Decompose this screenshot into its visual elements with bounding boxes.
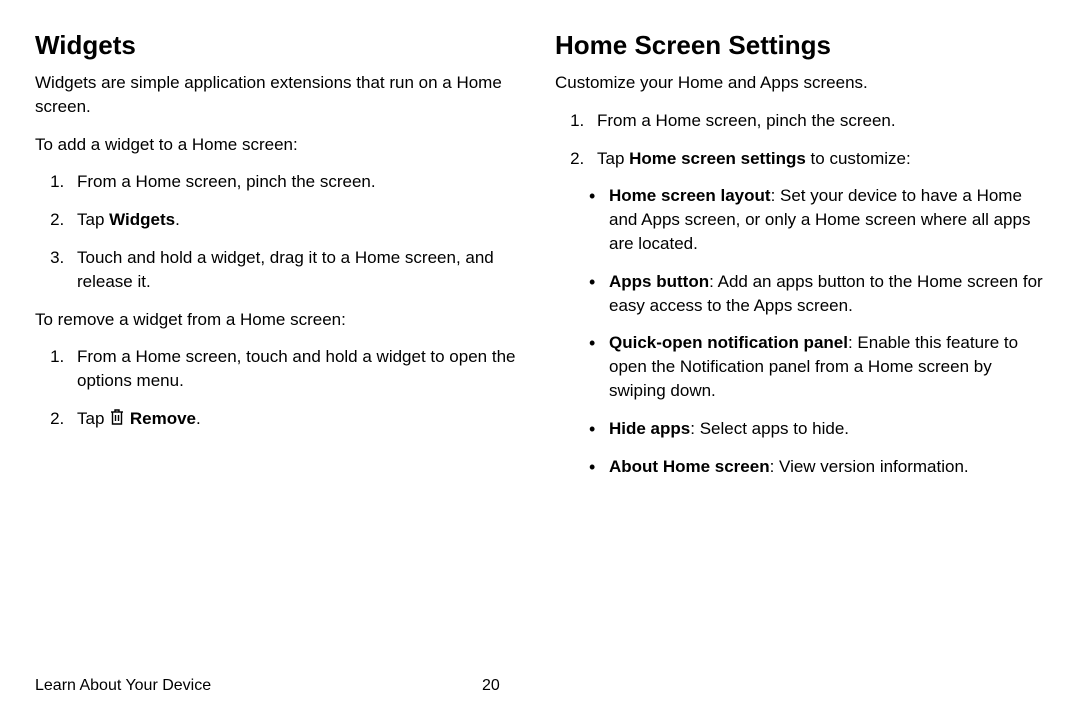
bullet-hide-apps: Hide apps: Select apps to hide. <box>589 417 1045 441</box>
right-column: Home Screen Settings Customize your Home… <box>555 30 1045 492</box>
bullet-notification-panel: Quick-open notification panel: Enable th… <box>589 331 1045 402</box>
bullet-layout: Home screen layout: Set your device to h… <box>589 184 1045 255</box>
remove-step-1: From a Home screen, touch and hold a wid… <box>69 345 525 393</box>
bullet-about: About Home screen: View version informat… <box>589 455 1045 479</box>
bullet-apps-button: Apps button: Add an apps button to the H… <box>589 270 1045 318</box>
remove-widget-steps: From a Home screen, touch and hold a wid… <box>35 345 525 430</box>
remove-widget-intro: To remove a widget from a Home screen: <box>35 308 525 332</box>
hs-step-1: From a Home screen, pinch the screen. <box>589 109 1045 133</box>
widgets-intro: Widgets are simple application extension… <box>35 71 525 119</box>
add-step-1: From a Home screen, pinch the screen. <box>69 170 525 194</box>
left-column: Widgets Widgets are simple application e… <box>35 30 525 492</box>
home-settings-bullets: Home screen layout: Set your device to h… <box>555 184 1045 478</box>
page-footer: Learn About Your Device 20 <box>35 677 1045 695</box>
add-widget-intro: To add a widget to a Home screen: <box>35 133 525 157</box>
home-settings-heading: Home Screen Settings <box>555 30 1045 61</box>
widgets-heading: Widgets <box>35 30 525 61</box>
home-settings-intro: Customize your Home and Apps screens. <box>555 71 1045 95</box>
home-settings-steps: From a Home screen, pinch the screen. Ta… <box>555 109 1045 171</box>
hs-step-2: Tap Home screen settings to customize: <box>589 147 1045 171</box>
page-number: 20 <box>482 677 500 695</box>
add-step-2: Tap Widgets. <box>69 208 525 232</box>
footer-section: Learn About Your Device <box>35 677 211 694</box>
remove-step-2: Tap Remove. <box>69 407 525 431</box>
trash-icon <box>109 408 125 426</box>
add-step-3: Touch and hold a widget, drag it to a Ho… <box>69 246 525 294</box>
add-widget-steps: From a Home screen, pinch the screen. Ta… <box>35 170 525 293</box>
